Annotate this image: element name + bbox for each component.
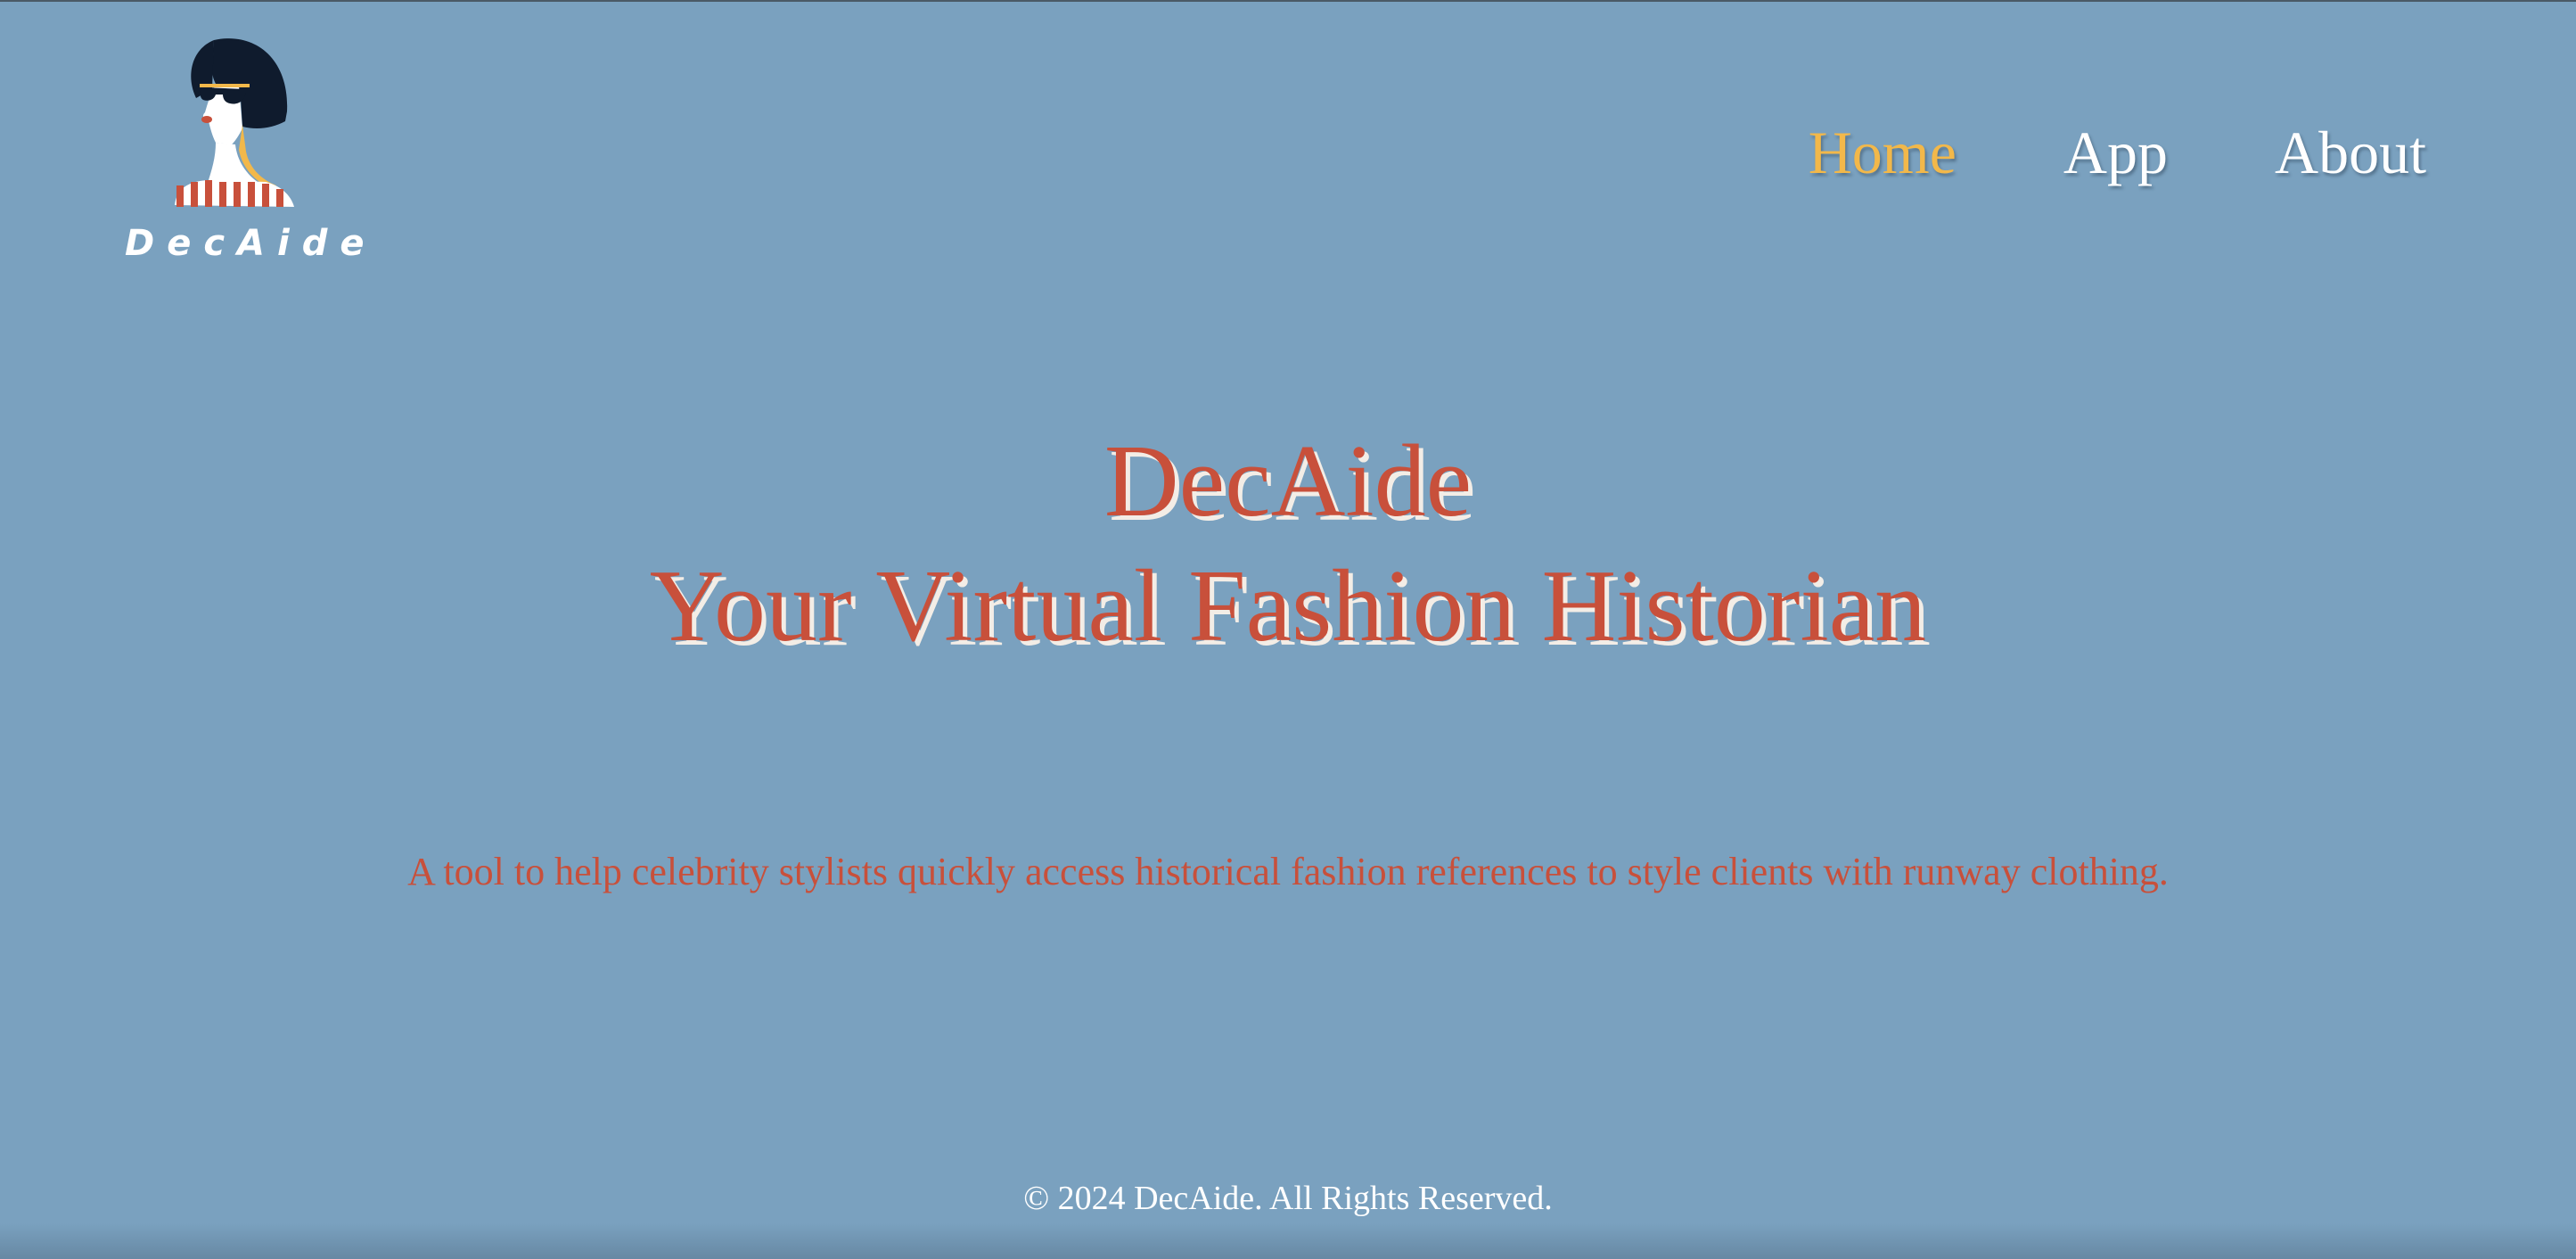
- tagline: A tool to help celebrity stylists quickl…: [407, 850, 2169, 893]
- nav-home-link[interactable]: Home: [1809, 118, 1957, 188]
- hero-subtitle: Your Virtual Fashion Historian: [649, 549, 1927, 663]
- hero-heading: DecAide Your Virtual Fashion Historian: [0, 419, 2576, 669]
- footer-shadow: [0, 1223, 2576, 1259]
- hero-title: DecAide: [1103, 424, 1473, 539]
- brand-logo[interactable]: DecAide: [125, 36, 377, 276]
- logo-text: DecAide: [125, 223, 377, 264]
- footer-copyright: © 2024 DecAide. All Rights Reserved.: [1023, 1180, 1553, 1217]
- nav-app-link[interactable]: App: [2063, 118, 2168, 188]
- nav-about-link[interactable]: About: [2275, 118, 2426, 188]
- main-nav: Home App About: [1809, 118, 2426, 188]
- woman-with-sunglasses-icon: [175, 38, 294, 207]
